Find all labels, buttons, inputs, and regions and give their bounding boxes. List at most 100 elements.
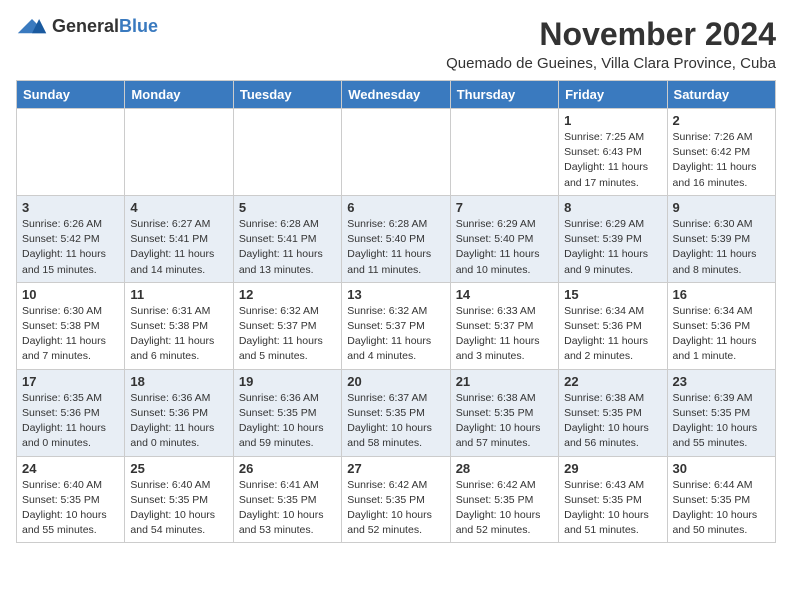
day-info: Sunrise: 6:27 AM Sunset: 5:41 PM Dayligh… xyxy=(130,217,227,278)
calendar-cell: 7 Sunrise: 6:29 AM Sunset: 5:40 PM Daylig… xyxy=(450,195,558,282)
day-number: 8 xyxy=(564,200,661,215)
day-number: 1 xyxy=(564,113,661,128)
day-info: Sunrise: 6:36 AM Sunset: 5:35 PM Dayligh… xyxy=(239,391,336,452)
day-info: Sunrise: 6:35 AM Sunset: 5:36 PM Dayligh… xyxy=(22,391,119,452)
calendar-cell: 16 Sunrise: 6:34 AM Sunset: 5:36 PM Dayli… xyxy=(667,282,775,369)
calendar-cell: 11Sunrise: 6:31 AM Sunset: 5:38 PM Dayli… xyxy=(125,282,233,369)
day-info: Sunrise: 6:32 AM Sunset: 5:37 PM Dayligh… xyxy=(347,304,444,365)
calendar-cell: 29Sunrise: 6:43 AM Sunset: 5:35 PM Dayli… xyxy=(559,456,667,543)
column-header-wednesday: Wednesday xyxy=(342,81,450,109)
calendar-week-row: 17 Sunrise: 6:35 AM Sunset: 5:36 PM Dayli… xyxy=(17,369,776,456)
day-info: Sunrise: 6:28 AM Sunset: 5:41 PM Dayligh… xyxy=(239,217,336,278)
day-info: Sunrise: 6:39 AM Sunset: 5:35 PM Dayligh… xyxy=(673,391,770,452)
day-info: Sunrise: 6:28 AM Sunset: 5:40 PM Dayligh… xyxy=(347,217,444,278)
day-number: 17 xyxy=(22,374,119,389)
day-number: 26 xyxy=(239,461,336,476)
day-number: 16 xyxy=(673,287,770,302)
calendar-header-row: SundayMondayTuesdayWednesdayThursdayFrid… xyxy=(17,81,776,109)
calendar-cell: 23 Sunrise: 6:39 AM Sunset: 5:35 PM Dayli… xyxy=(667,369,775,456)
day-number: 22 xyxy=(564,374,661,389)
calendar-cell xyxy=(125,109,233,196)
calendar-cell: 13 Sunrise: 6:32 AM Sunset: 5:37 PM Dayli… xyxy=(342,282,450,369)
calendar-cell xyxy=(450,109,558,196)
calendar-cell: 15 Sunrise: 6:34 AM Sunset: 5:36 PM Dayli… xyxy=(559,282,667,369)
calendar-cell: 21 Sunrise: 6:38 AM Sunset: 5:35 PM Dayli… xyxy=(450,369,558,456)
calendar-cell: 14 Sunrise: 6:33 AM Sunset: 5:37 PM Dayli… xyxy=(450,282,558,369)
day-number: 18 xyxy=(130,374,227,389)
day-number: 3 xyxy=(22,200,119,215)
logo: GeneralBlue xyxy=(16,16,158,37)
calendar-cell: 1 Sunrise: 7:25 AM Sunset: 6:43 PM Daylig… xyxy=(559,109,667,196)
calendar-cell: 30Sunrise: 6:44 AM Sunset: 5:35 PM Dayli… xyxy=(667,456,775,543)
day-number: 4 xyxy=(130,200,227,215)
day-info: Sunrise: 6:36 AM Sunset: 5:36 PM Dayligh… xyxy=(130,391,227,452)
calendar-cell xyxy=(17,109,125,196)
day-number: 28 xyxy=(456,461,553,476)
logo-blue: Blue xyxy=(119,16,158,36)
day-info: Sunrise: 6:30 AM Sunset: 5:39 PM Dayligh… xyxy=(673,217,770,278)
day-info: Sunrise: 6:38 AM Sunset: 5:35 PM Dayligh… xyxy=(456,391,553,452)
calendar-cell: 17 Sunrise: 6:35 AM Sunset: 5:36 PM Dayli… xyxy=(17,369,125,456)
day-info: Sunrise: 6:40 AM Sunset: 5:35 PM Dayligh… xyxy=(130,478,227,539)
calendar-cell: 20 Sunrise: 6:37 AM Sunset: 5:35 PM Dayli… xyxy=(342,369,450,456)
day-info: Sunrise: 6:34 AM Sunset: 5:36 PM Dayligh… xyxy=(673,304,770,365)
calendar-cell: 10 Sunrise: 6:30 AM Sunset: 5:38 PM Dayli… xyxy=(17,282,125,369)
month-title: November 2024 xyxy=(446,16,776,53)
day-info: Sunrise: 7:25 AM Sunset: 6:43 PM Dayligh… xyxy=(564,130,661,191)
calendar-cell: 6 Sunrise: 6:28 AM Sunset: 5:40 PM Daylig… xyxy=(342,195,450,282)
day-info: Sunrise: 6:42 AM Sunset: 5:35 PM Dayligh… xyxy=(347,478,444,539)
calendar-cell: 4 Sunrise: 6:27 AM Sunset: 5:41 PM Daylig… xyxy=(125,195,233,282)
calendar-cell: 3 Sunrise: 6:26 AM Sunset: 5:42 PM Daylig… xyxy=(17,195,125,282)
day-number: 15 xyxy=(564,287,661,302)
calendar-week-row: 3 Sunrise: 6:26 AM Sunset: 5:42 PM Daylig… xyxy=(17,195,776,282)
logo-general: General xyxy=(52,16,119,36)
column-header-tuesday: Tuesday xyxy=(233,81,341,109)
calendar-cell: 28 Sunrise: 6:42 AM Sunset: 5:35 PM Dayli… xyxy=(450,456,558,543)
day-info: Sunrise: 6:42 AM Sunset: 5:35 PM Dayligh… xyxy=(456,478,553,539)
calendar-week-row: 10 Sunrise: 6:30 AM Sunset: 5:38 PM Dayli… xyxy=(17,282,776,369)
day-number: 20 xyxy=(347,374,444,389)
day-info: Sunrise: 6:29 AM Sunset: 5:40 PM Dayligh… xyxy=(456,217,553,278)
day-number: 21 xyxy=(456,374,553,389)
day-info: Sunrise: 6:37 AM Sunset: 5:35 PM Dayligh… xyxy=(347,391,444,452)
day-number: 11 xyxy=(130,287,227,302)
calendar-cell: 8 Sunrise: 6:29 AM Sunset: 5:39 PM Daylig… xyxy=(559,195,667,282)
day-number: 23 xyxy=(673,374,770,389)
column-header-thursday: Thursday xyxy=(450,81,558,109)
day-number: 24 xyxy=(22,461,119,476)
day-info: Sunrise: 6:29 AM Sunset: 5:39 PM Dayligh… xyxy=(564,217,661,278)
calendar-cell xyxy=(233,109,341,196)
day-info: Sunrise: 7:26 AM Sunset: 6:42 PM Dayligh… xyxy=(673,130,770,191)
day-number: 29 xyxy=(564,461,661,476)
calendar-cell: 2Sunrise: 7:26 AM Sunset: 6:42 PM Daylig… xyxy=(667,109,775,196)
day-number: 10 xyxy=(22,287,119,302)
day-number: 27 xyxy=(347,461,444,476)
column-header-saturday: Saturday xyxy=(667,81,775,109)
page-header: GeneralBlue November 2024 Quemado de Gue… xyxy=(16,16,776,72)
calendar-cell: 22 Sunrise: 6:38 AM Sunset: 5:35 PM Dayli… xyxy=(559,369,667,456)
day-number: 14 xyxy=(456,287,553,302)
day-info: Sunrise: 6:30 AM Sunset: 5:38 PM Dayligh… xyxy=(22,304,119,365)
calendar-cell: 27 Sunrise: 6:42 AM Sunset: 5:35 PM Dayli… xyxy=(342,456,450,543)
day-info: Sunrise: 6:40 AM Sunset: 5:35 PM Dayligh… xyxy=(22,478,119,539)
column-header-sunday: Sunday xyxy=(17,81,125,109)
calendar-cell: 25 Sunrise: 6:40 AM Sunset: 5:35 PM Dayli… xyxy=(125,456,233,543)
day-number: 5 xyxy=(239,200,336,215)
day-number: 6 xyxy=(347,200,444,215)
logo-icon xyxy=(16,17,48,37)
day-info: Sunrise: 6:34 AM Sunset: 5:36 PM Dayligh… xyxy=(564,304,661,365)
day-number: 13 xyxy=(347,287,444,302)
day-number: 25 xyxy=(130,461,227,476)
column-header-friday: Friday xyxy=(559,81,667,109)
day-info: Sunrise: 6:38 AM Sunset: 5:35 PM Dayligh… xyxy=(564,391,661,452)
day-number: 7 xyxy=(456,200,553,215)
title-block: November 2024 Quemado de Gueines, Villa … xyxy=(446,16,776,72)
calendar-cell: 5 Sunrise: 6:28 AM Sunset: 5:41 PM Daylig… xyxy=(233,195,341,282)
day-number: 9 xyxy=(673,200,770,215)
day-number: 12 xyxy=(239,287,336,302)
day-info: Sunrise: 6:32 AM Sunset: 5:37 PM Dayligh… xyxy=(239,304,336,365)
day-info: Sunrise: 6:33 AM Sunset: 5:37 PM Dayligh… xyxy=(456,304,553,365)
day-info: Sunrise: 6:26 AM Sunset: 5:42 PM Dayligh… xyxy=(22,217,119,278)
day-number: 19 xyxy=(239,374,336,389)
day-number: 30 xyxy=(673,461,770,476)
